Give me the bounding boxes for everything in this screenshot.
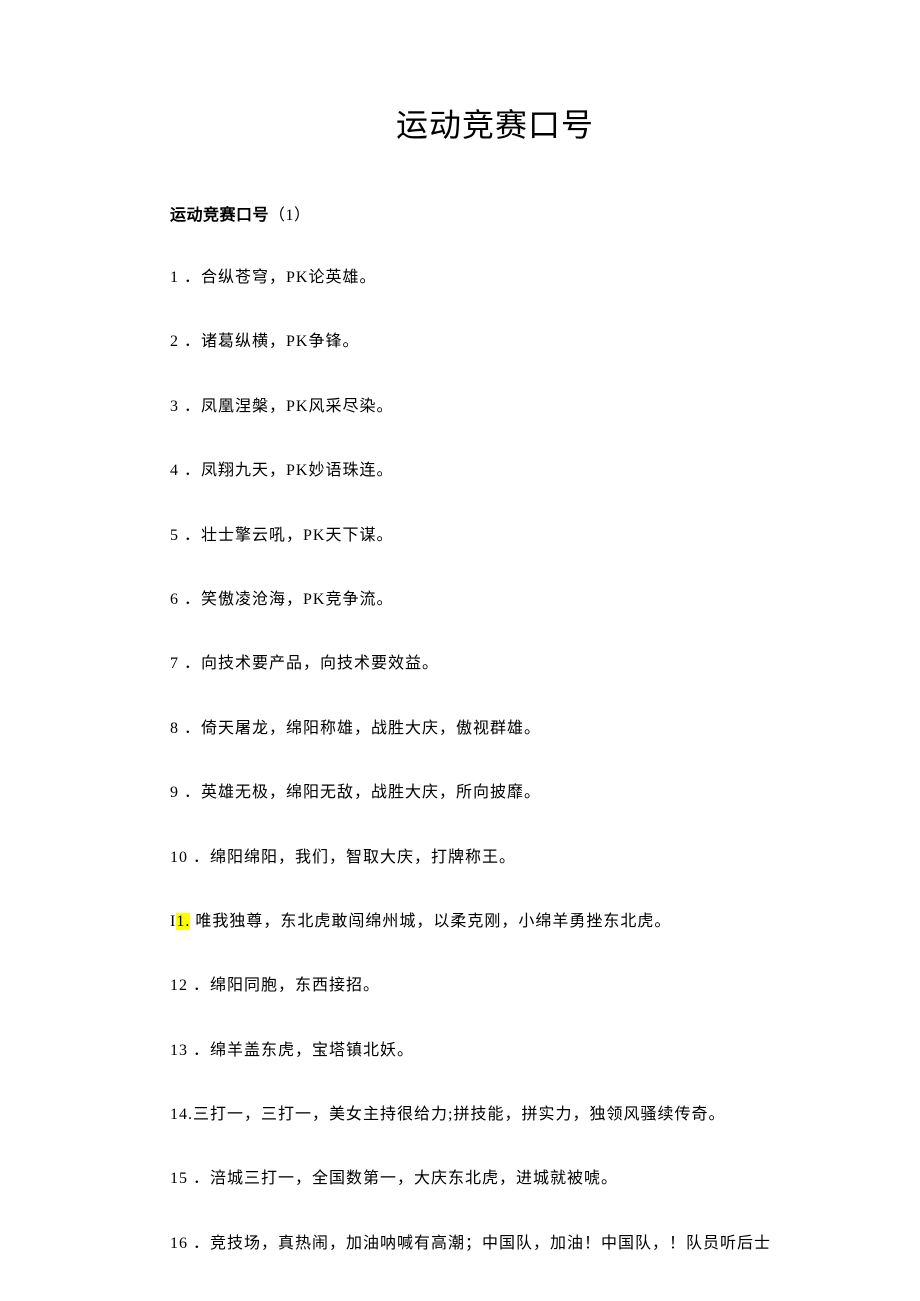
section-heading-prefix: 运动竞赛口号 [170, 207, 269, 224]
list-item: 6 ．笑傲凌沧海，PK竞争流。 [170, 589, 820, 611]
list-item: 13 ．绵羊盖东虎，宝塔镇北妖。 [170, 1040, 820, 1062]
item-text: 竞技场，真热闹，加油呐喊有高潮；中国队，加油！中国队，！队员听后士 [210, 1235, 771, 1252]
item-num: 9 ． [170, 784, 201, 801]
item-text: 诸葛纵横，PK争锋。 [201, 333, 359, 350]
item-text: 绵阳同胞，东西接招。 [210, 977, 380, 994]
item-text: 合纵苍穹，PK论英雄。 [201, 269, 376, 286]
document-title: 运动竞赛口号 [170, 100, 820, 146]
list-item: 14.三打一，三打一，美女主持很给力;拼技能，拼实力，独领风骚续传奇。 [170, 1104, 820, 1126]
item-text: 笑傲凌沧海，PK竞争流。 [201, 591, 393, 608]
item-num: 15 ． [170, 1170, 210, 1187]
section-heading: 运动竞赛口号（1） [170, 201, 820, 225]
list-item: 2 ．诸葛纵横，PK争锋。 [170, 331, 820, 353]
item-text: 壮士擎云吼，PK天下谋。 [201, 527, 393, 544]
item-num: 12 ． [170, 977, 210, 994]
list-item: 10 ．绵阳绵阳，我们，智取大庆，打牌称王。 [170, 847, 820, 869]
item-num: 13 ． [170, 1042, 210, 1059]
list-item: 5 ．壮士擎云吼，PK天下谋。 [170, 525, 820, 547]
item-num-highlight: 1. [176, 913, 190, 930]
item-num: 1 ． [170, 269, 201, 286]
list-item: 9 ．英雄无极，绵阳无敌，战胜大庆，所向披靡。 [170, 782, 820, 804]
item-num: 8 ． [170, 720, 201, 737]
list-item: 7 ．向技术要产品，向技术要效益。 [170, 653, 820, 675]
list-item: 1 ．合纵苍穹，PK论英雄。 [170, 267, 820, 289]
list-item: 15 ．涪城三打一，全国数第一，大庆东北虎，进城就被唬。 [170, 1168, 820, 1190]
item-text: 倚天屠龙，绵阳称雄，战胜大庆，傲视群雄。 [201, 720, 541, 737]
section-heading-suffix: （1） [269, 207, 311, 224]
item-text: 三打一，三打一，美女主持很给力;拼技能，拼实力，独领风骚续传奇。 [193, 1106, 725, 1123]
item-num: 2 ． [170, 333, 201, 350]
item-num: 6 ． [170, 591, 201, 608]
item-text: 涪城三打一，全国数第一，大庆东北虎，进城就被唬。 [210, 1170, 618, 1187]
list-item: 12 ．绵阳同胞，东西接招。 [170, 975, 820, 997]
list-item: 3 ．凤凰涅槃，PK风采尽染。 [170, 396, 820, 418]
item-num: 16 ． [170, 1235, 210, 1252]
item-text: 凤凰涅槃，PK风采尽染。 [201, 398, 393, 415]
item-text: 凤翔九天，PK妙语珠连。 [201, 462, 393, 479]
item-num: 5 ． [170, 527, 201, 544]
item-text: 唯我独尊，东北虎敢闯绵州城，以柔克刚，小绵羊勇挫东北虎。 [190, 913, 671, 930]
list-item: 4 ．凤翔九天，PK妙语珠连。 [170, 460, 820, 482]
item-text: 英雄无极，绵阳无敌，战胜大庆，所向披靡。 [201, 784, 541, 801]
list-item: 16 ．竞技场，真热闹，加油呐喊有高潮；中国队，加油！中国队，！队员听后士 [170, 1233, 820, 1255]
list-item: 8 ．倚天屠龙，绵阳称雄，战胜大庆，傲视群雄。 [170, 718, 820, 740]
item-text: 绵羊盖东虎，宝塔镇北妖。 [210, 1042, 414, 1059]
item-text: 绵阳绵阳，我们，智取大庆，打牌称王。 [210, 849, 516, 866]
list-item: I1. 唯我独尊，东北虎敢闯绵州城，以柔克刚，小绵羊勇挫东北虎。 [170, 911, 820, 933]
item-num: 3 ． [170, 398, 201, 415]
item-num: 14. [170, 1106, 193, 1123]
item-text: 向技术要产品，向技术要效益。 [201, 655, 439, 672]
item-num: 10 ． [170, 849, 210, 866]
item-num: 7 ． [170, 655, 201, 672]
item-num: 4 ． [170, 462, 201, 479]
